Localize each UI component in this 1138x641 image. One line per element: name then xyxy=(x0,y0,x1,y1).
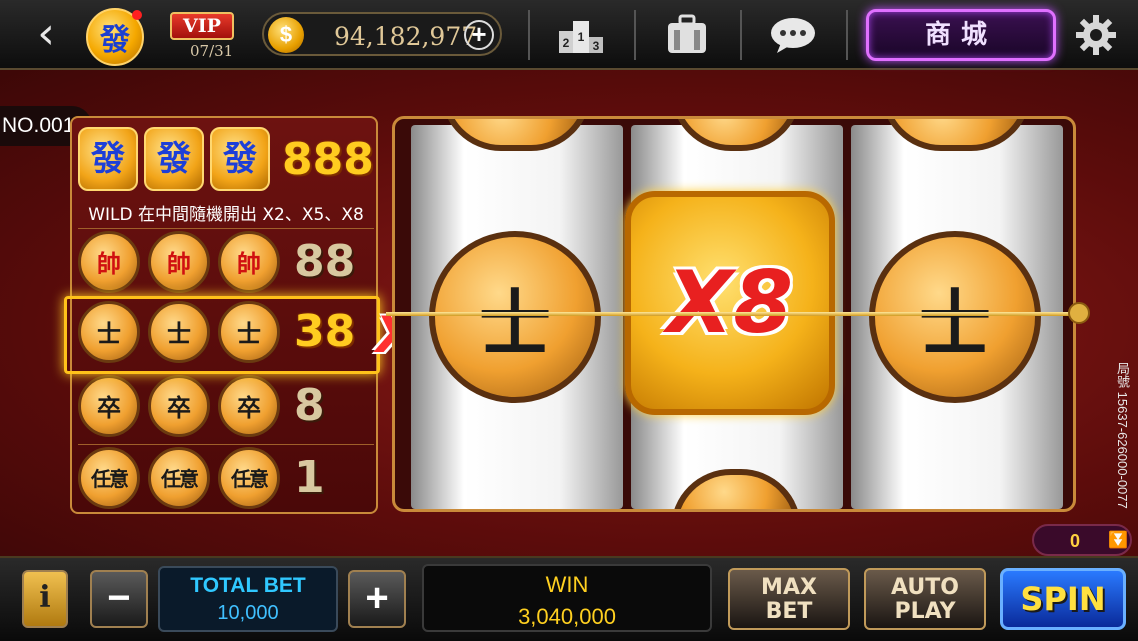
spin-button[interactable]: SPIN xyxy=(1000,568,1126,630)
chat-button[interactable] xyxy=(768,12,818,58)
wild-multiplier-symbol: X8 xyxy=(625,191,835,415)
payout-value: 88 xyxy=(294,236,356,287)
payline xyxy=(386,312,1086,316)
divider xyxy=(846,10,848,60)
max-bet-line2: BET xyxy=(765,599,813,624)
auto-play-button[interactable]: AUTO PLAY xyxy=(864,568,986,630)
fa-tile-symbol: 發 xyxy=(78,127,138,191)
increase-bet-button[interactable]: + xyxy=(348,570,406,628)
shuai-chip-symbol: 帥 xyxy=(148,230,210,293)
svg-text:1: 1 xyxy=(578,30,585,44)
bottom-bar: i − TOTAL BET 10,000 + WIN 3,040,000 MAX… xyxy=(0,556,1138,641)
zu-chip-symbol: 卒 xyxy=(218,374,280,437)
coin-balance: $ 94,182,977 + xyxy=(262,12,502,56)
reel-partial-symbol xyxy=(881,119,1031,151)
auto-play-line2: PLAY xyxy=(894,599,956,624)
total-bet-value: 10,000 xyxy=(217,602,279,624)
reel-left: 士 xyxy=(411,119,623,509)
counter-value: 0 xyxy=(1070,531,1081,551)
reel-partial-symbol xyxy=(671,119,801,151)
chevron-left-icon: ‹ xyxy=(37,8,55,59)
svg-text:2: 2 xyxy=(563,36,570,50)
backpack-button[interactable] xyxy=(662,12,712,58)
zu-chip-symbol: 卒 xyxy=(148,374,210,437)
any-chip-symbol: 任意 xyxy=(78,446,140,509)
win-display: WIN 3,040,000 xyxy=(422,564,712,632)
vip-badge[interactable]: VIP 07/31 xyxy=(170,12,234,60)
game-logo-glyph: 發 xyxy=(100,23,130,58)
shi-reel-symbol: 士 xyxy=(429,231,601,403)
total-bet-label: TOTAL BET xyxy=(190,574,306,597)
decrease-bet-button[interactable]: − xyxy=(90,570,148,628)
zu-chip-symbol: 卒 xyxy=(78,374,140,437)
payout-value: 888 xyxy=(282,133,374,185)
auto-spin-counter[interactable]: 0 ⏬ xyxy=(1032,524,1132,556)
vip-label: VIP xyxy=(170,12,234,40)
wild-note: WILD 在中間隨機開出 X2、X5、X8 xyxy=(88,205,364,225)
session-id-label: 局號 xyxy=(1115,362,1130,388)
win-value: 3,040,000 xyxy=(518,604,616,629)
any-chip-symbol: 任意 xyxy=(218,446,280,509)
leaderboard-icon: 1 2 3 xyxy=(559,21,603,53)
session-id-value: 15637-626000-0077 xyxy=(1115,391,1130,509)
wild-multiplier-text: X8 xyxy=(666,253,794,353)
add-coins-button[interactable]: + xyxy=(464,20,494,50)
fa-tile-symbol: 發 xyxy=(210,127,270,191)
backpack-icon xyxy=(668,14,706,53)
pay-row: 卒 卒 卒 8 xyxy=(78,372,374,438)
back-button[interactable]: ‹ xyxy=(28,12,64,56)
payout-value: 8 xyxy=(294,380,325,431)
coin-balance-value: 94,182,977 xyxy=(334,22,478,51)
fa-tile-symbol: 發 xyxy=(144,127,204,191)
reel-partial-symbol xyxy=(671,469,801,509)
top-bar: ‹ 發 VIP 07/31 $ 94,182,977 + 1 2 3 商城 xyxy=(0,0,1138,70)
payline-end-ornament xyxy=(1068,302,1090,324)
shuai-chip-symbol: 帥 xyxy=(78,230,140,293)
max-bet-line1: MAX xyxy=(761,575,817,600)
win-label: WIN xyxy=(545,572,589,597)
vip-progress: 07/31 xyxy=(190,42,234,60)
shuai-chip-symbol: 帥 xyxy=(218,230,280,293)
session-id: 局號 15637-626000-0077 xyxy=(1112,362,1132,509)
double-chevron-down-icon: ⏬ xyxy=(1108,532,1128,549)
svg-text:3: 3 xyxy=(593,39,600,53)
pay-row: 發 發 發 888 xyxy=(78,126,374,192)
total-bet-display: TOTAL BET 10,000 xyxy=(158,566,338,632)
max-bet-button[interactable]: MAX BET xyxy=(728,568,850,630)
reel-partial-symbol xyxy=(441,119,591,151)
any-chip-symbol: 任意 xyxy=(148,446,210,509)
payout-value: 1 xyxy=(294,452,325,503)
pay-row: 帥 帥 帥 88 xyxy=(78,228,374,294)
notification-dot xyxy=(132,10,142,20)
winning-row-highlight xyxy=(64,296,380,374)
divider xyxy=(528,10,530,60)
dollar-coin-icon: $ xyxy=(268,17,304,53)
shop-button[interactable]: 商城 xyxy=(866,9,1056,61)
divider xyxy=(740,10,742,60)
gear-icon xyxy=(1076,15,1116,55)
divider xyxy=(634,10,636,60)
leaderboard-button[interactable]: 1 2 3 xyxy=(556,12,606,58)
reel-right: 士 xyxy=(851,119,1063,509)
game-logo[interactable]: 發 xyxy=(86,8,144,66)
pay-row: 任意 任意 任意 1 xyxy=(78,444,374,510)
settings-button[interactable] xyxy=(1074,13,1118,57)
auto-play-line1: AUTO xyxy=(891,575,959,600)
shi-reel-symbol: 士 xyxy=(869,231,1041,403)
chat-icon xyxy=(771,18,815,53)
info-button[interactable]: i xyxy=(22,570,68,628)
